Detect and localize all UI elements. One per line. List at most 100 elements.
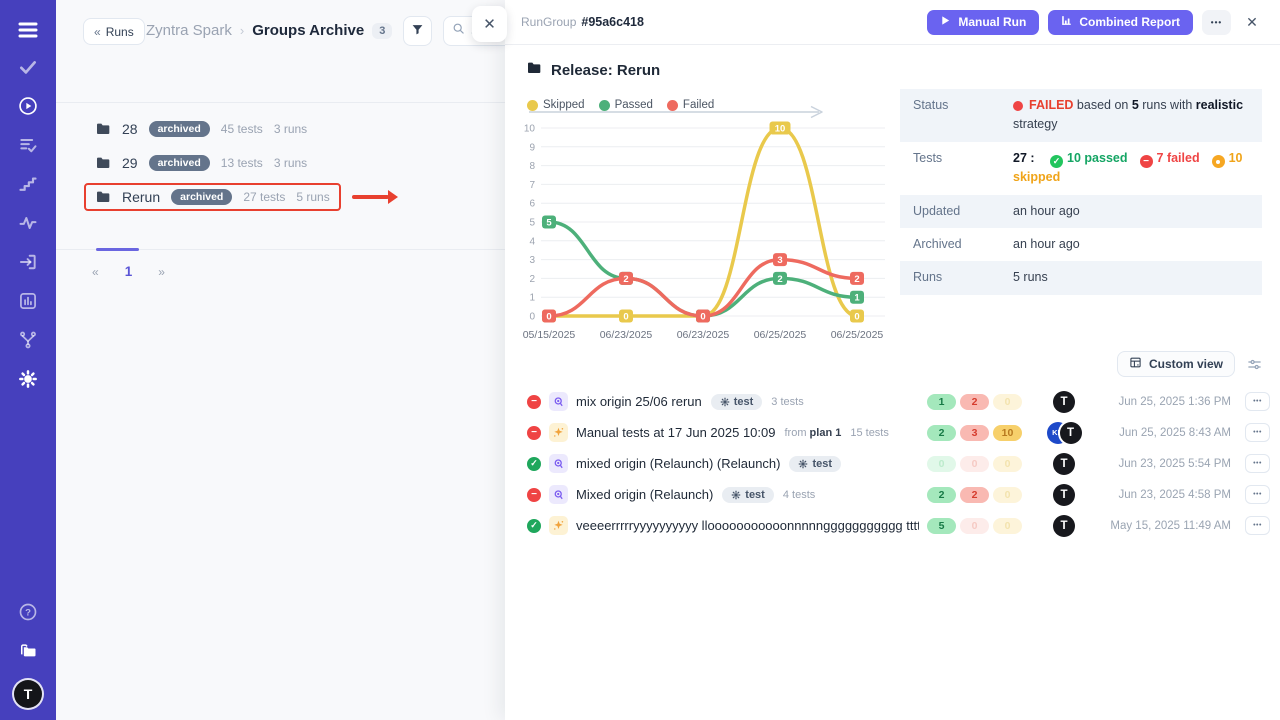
avatar: T xyxy=(1053,515,1075,537)
pass-icon xyxy=(1050,155,1063,168)
info-value: an hour ago xyxy=(1013,202,1249,221)
legend-dot xyxy=(599,100,610,111)
run-status-icon xyxy=(527,519,541,533)
info-value: 27 : 10 passed7 failed10 skipped xyxy=(1013,149,1249,188)
svg-text:2: 2 xyxy=(623,274,628,285)
list-check-icon xyxy=(18,135,38,158)
chart-plot-area: 01234567891005/15/202506/23/202506/23/20… xyxy=(513,116,901,353)
run-more-button[interactable] xyxy=(1245,485,1270,504)
run-row[interactable]: mix origin 25/06 rerun test 3 tests 120 … xyxy=(521,386,1270,417)
more-actions-button[interactable] xyxy=(1202,10,1231,35)
sidebar-item-settings[interactable] xyxy=(0,361,56,400)
legend-item-failed[interactable]: Failed xyxy=(667,99,714,111)
run-name: mix origin 25/06 rerun xyxy=(576,394,702,409)
chevron-right-icon: › xyxy=(240,23,244,38)
legend-dot xyxy=(667,100,678,111)
run-row[interactable]: Manual tests at 17 Jun 2025 10:09 from p… xyxy=(521,417,1270,448)
filter-button[interactable] xyxy=(403,16,432,46)
manual-run-button[interactable]: Manual Run xyxy=(927,10,1039,35)
svg-text:?: ? xyxy=(25,607,31,618)
sidebar-item-import[interactable] xyxy=(0,244,56,283)
skip-count-badge: 10 xyxy=(993,425,1022,441)
sidebar-item-branches[interactable] xyxy=(0,322,56,361)
projects-icon[interactable] xyxy=(0,631,56,670)
chevrons-left-icon: « xyxy=(94,25,101,39)
run-more-button[interactable] xyxy=(1245,454,1270,473)
run-from-plan: from plan 1 xyxy=(784,427,841,439)
run-name: Mixed origin (Relaunch) xyxy=(576,487,713,502)
detail-close-button[interactable] xyxy=(1240,14,1264,31)
avatar: T xyxy=(1053,453,1075,475)
pagination-page-1-button[interactable]: 1 xyxy=(119,262,139,281)
svg-text:3: 3 xyxy=(529,255,535,266)
fail-count-badge: 0 xyxy=(960,518,989,534)
groups-archive-panel: « Runs Zyntra Spark › Groups Archive 3 2… xyxy=(56,0,505,720)
archived-badge: archived xyxy=(149,155,210,171)
sliders-icon[interactable] xyxy=(1247,357,1262,372)
group-name: Rerun xyxy=(122,189,160,205)
skip-count-badge: 0 xyxy=(993,518,1022,534)
run-row[interactable]: veeeerrrrryyyyyyyyyy llooooooooooonnnnng… xyxy=(521,510,1270,541)
back-to-runs-button[interactable]: « Runs xyxy=(83,18,145,45)
run-status-icon xyxy=(527,488,541,502)
info-label: Runs xyxy=(913,268,1013,287)
run-result-badges: 2310 xyxy=(927,425,1025,441)
group-tests-count: 27 tests xyxy=(243,190,285,204)
group-row[interactable]: 29 archived 13 tests 3 runs xyxy=(84,149,318,177)
play-icon xyxy=(940,15,951,29)
run-date: May 15, 2025 11:49 AM xyxy=(1103,520,1231,532)
run-more-button[interactable] xyxy=(1245,423,1270,442)
steps-icon xyxy=(18,174,38,197)
group-name: 28 xyxy=(122,121,138,137)
group-name: 29 xyxy=(122,155,138,171)
fail-count-badge: 2 xyxy=(960,487,989,503)
manual-run-label: Manual Run xyxy=(958,15,1026,29)
pagination-next-button[interactable]: » xyxy=(152,263,171,281)
info-row: Updatedan hour ago xyxy=(900,195,1262,228)
sidebar-item-tests[interactable] xyxy=(0,49,56,88)
run-result-badges: 220 xyxy=(927,487,1025,503)
legend-item-skipped[interactable]: Skipped xyxy=(527,99,585,111)
run-type-icon xyxy=(549,516,568,535)
menu-icon[interactable] xyxy=(0,10,56,49)
sidebar-item-runs[interactable] xyxy=(0,88,56,127)
funnel-icon xyxy=(411,23,424,39)
info-row: Archivedan hour ago xyxy=(900,228,1262,261)
group-tests-count: 13 tests xyxy=(221,156,263,170)
svg-text:8: 8 xyxy=(529,161,535,172)
branch-icon xyxy=(18,330,38,353)
group-runs-count: 3 runs xyxy=(274,156,307,170)
custom-view-button[interactable]: Custom view xyxy=(1117,351,1235,377)
sidebar-item-pulse[interactable] xyxy=(0,205,56,244)
sidebar-item-test-plans[interactable] xyxy=(0,127,56,166)
sidebar-item-milestones[interactable] xyxy=(0,166,56,205)
group-row[interactable]: Rerun archived 27 tests 5 runs xyxy=(84,183,341,211)
runs-list: mix origin 25/06 rerun test 3 tests 120 … xyxy=(521,386,1270,541)
run-row[interactable]: Mixed origin (Relaunch) test 4 tests 220… xyxy=(521,479,1270,510)
run-row[interactable]: mixed origin (Relaunch) (Relaunch) test … xyxy=(521,448,1270,479)
svg-text:0: 0 xyxy=(700,312,705,323)
folder-icon xyxy=(95,155,111,171)
pagination-prev-button[interactable]: « xyxy=(86,263,105,281)
svg-text:2: 2 xyxy=(777,274,782,285)
run-more-button[interactable] xyxy=(1245,516,1270,535)
chart-legend: Skipped Passed Failed xyxy=(527,94,901,116)
combined-report-button[interactable]: Combined Report xyxy=(1048,10,1193,35)
fail-count-badge: 3 xyxy=(960,425,989,441)
sidebar-item-analytics[interactable] xyxy=(0,283,56,322)
back-button-label: Runs xyxy=(106,25,134,39)
group-row[interactable]: 28 archived 45 tests 3 runs xyxy=(84,115,318,143)
breadcrumb-project[interactable]: Zyntra Spark xyxy=(146,22,232,39)
legend-item-passed[interactable]: Passed xyxy=(599,99,653,111)
pass-count-badge: 1 xyxy=(927,394,956,410)
info-value: FAILED based on 5 runs with realistic st… xyxy=(1013,96,1249,135)
box-arrow-in-icon xyxy=(18,252,38,275)
archived-badge: archived xyxy=(149,121,210,137)
folder-icon xyxy=(95,189,111,205)
help-icon[interactable]: ? xyxy=(0,592,56,631)
gear-icon xyxy=(18,369,38,392)
panel-close-button[interactable] xyxy=(472,6,507,42)
user-avatar[interactable]: T xyxy=(14,680,42,708)
run-more-button[interactable] xyxy=(1245,392,1270,411)
skip-icon xyxy=(1212,155,1225,168)
